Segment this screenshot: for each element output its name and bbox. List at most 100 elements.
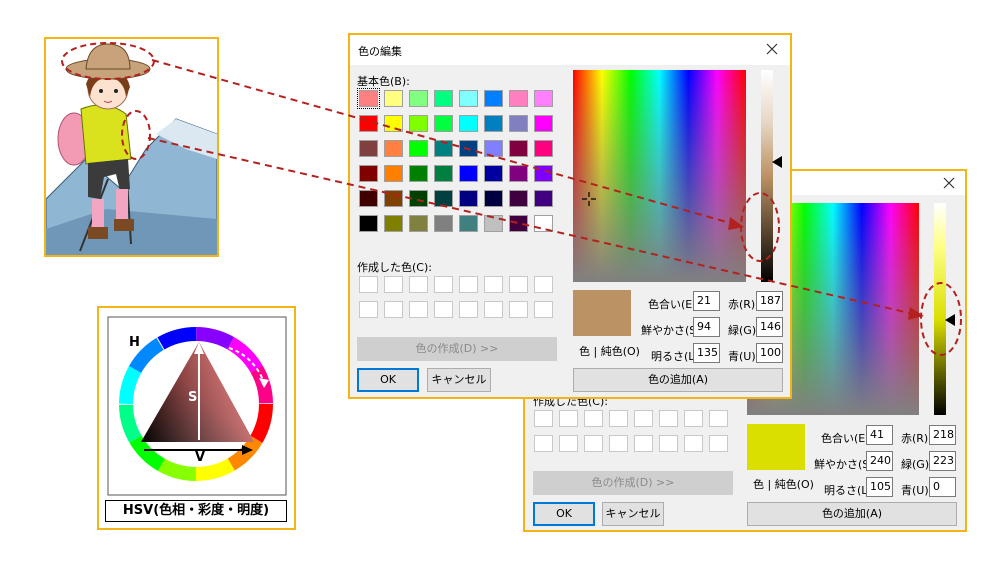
- back-hue-input[interactable]: 41: [866, 425, 893, 445]
- basic-color-swatch[interactable]: [484, 165, 503, 182]
- back-sat-input[interactable]: 240: [866, 451, 893, 471]
- sat-input[interactable]: 94: [693, 317, 720, 337]
- hue-input[interactable]: 21: [693, 291, 720, 311]
- basic-color-swatch[interactable]: [409, 90, 428, 107]
- custom-color-swatch[interactable]: [634, 435, 653, 452]
- basic-color-swatch[interactable]: [484, 140, 503, 157]
- basic-color-swatch[interactable]: [409, 215, 428, 232]
- blue-input[interactable]: 100: [756, 343, 783, 363]
- color-spectrum[interactable]: [573, 70, 746, 282]
- custom-color-swatch[interactable]: [484, 276, 503, 293]
- basic-color-swatch[interactable]: [434, 140, 453, 157]
- basic-color-swatch[interactable]: [534, 115, 553, 132]
- back-green-input[interactable]: 223: [929, 451, 956, 471]
- back-slider-arrow-icon[interactable]: [945, 314, 955, 326]
- custom-color-swatch[interactable]: [684, 435, 703, 452]
- basic-color-swatch[interactable]: [359, 215, 378, 232]
- basic-color-swatch[interactable]: [359, 115, 378, 132]
- basic-color-swatch[interactable]: [359, 190, 378, 207]
- custom-color-swatch[interactable]: [609, 410, 628, 427]
- basic-color-swatch[interactable]: [434, 190, 453, 207]
- lum-input[interactable]: 135: [693, 343, 720, 363]
- custom-color-swatch[interactable]: [509, 301, 528, 318]
- back-red-input[interactable]: 218: [929, 425, 956, 445]
- custom-color-swatch[interactable]: [584, 435, 603, 452]
- basic-color-swatch[interactable]: [434, 165, 453, 182]
- red-input[interactable]: 187: [756, 291, 783, 311]
- spectrum-crosshair-icon[interactable]: [582, 192, 596, 206]
- custom-color-swatch[interactable]: [684, 410, 703, 427]
- custom-color-swatch[interactable]: [709, 435, 728, 452]
- basic-color-swatch[interactable]: [357, 88, 380, 109]
- basic-color-swatch[interactable]: [384, 215, 403, 232]
- basic-color-swatch[interactable]: [509, 115, 528, 132]
- basic-color-swatch[interactable]: [484, 215, 503, 232]
- cancel-button[interactable]: キャンセル: [427, 368, 491, 392]
- close-icon[interactable]: [764, 41, 780, 57]
- basic-color-swatch[interactable]: [384, 90, 403, 107]
- custom-color-swatch[interactable]: [509, 276, 528, 293]
- back-blue-input[interactable]: 0: [929, 477, 956, 497]
- custom-color-swatch[interactable]: [459, 301, 478, 318]
- custom-color-swatch[interactable]: [534, 435, 553, 452]
- basic-color-swatch[interactable]: [359, 140, 378, 157]
- slider-arrow-icon[interactable]: [772, 156, 782, 168]
- basic-color-swatch[interactable]: [534, 190, 553, 207]
- custom-color-swatch[interactable]: [384, 301, 403, 318]
- basic-color-swatch[interactable]: [459, 190, 478, 207]
- basic-color-swatch[interactable]: [509, 215, 528, 232]
- basic-color-swatch[interactable]: [459, 90, 478, 107]
- custom-color-swatch[interactable]: [434, 301, 453, 318]
- custom-color-swatch[interactable]: [534, 301, 553, 318]
- basic-color-swatch[interactable]: [509, 140, 528, 157]
- basic-color-swatch[interactable]: [509, 165, 528, 182]
- basic-color-swatch[interactable]: [409, 165, 428, 182]
- back-ok-button[interactable]: OK: [533, 502, 595, 526]
- add-custom-button[interactable]: 色の追加(A): [573, 368, 783, 392]
- back-add-custom-button[interactable]: 色の追加(A): [747, 502, 957, 526]
- basic-color-swatch[interactable]: [359, 165, 378, 182]
- basic-color-swatch[interactable]: [509, 190, 528, 207]
- custom-color-swatch[interactable]: [659, 410, 678, 427]
- custom-color-swatch[interactable]: [484, 301, 503, 318]
- custom-color-swatch[interactable]: [434, 276, 453, 293]
- basic-color-swatch[interactable]: [534, 165, 553, 182]
- custom-color-swatch[interactable]: [384, 276, 403, 293]
- basic-color-swatch[interactable]: [409, 190, 428, 207]
- basic-color-swatch[interactable]: [484, 190, 503, 207]
- back-lum-input[interactable]: 105: [866, 477, 893, 497]
- custom-color-swatch[interactable]: [709, 410, 728, 427]
- custom-color-swatch[interactable]: [359, 301, 378, 318]
- basic-color-swatch[interactable]: [384, 190, 403, 207]
- luminance-slider[interactable]: [761, 70, 773, 282]
- custom-color-swatch[interactable]: [659, 435, 678, 452]
- basic-color-swatch[interactable]: [384, 140, 403, 157]
- custom-color-swatch[interactable]: [584, 410, 603, 427]
- basic-color-swatch[interactable]: [484, 115, 503, 132]
- back-define-custom-button[interactable]: 色の作成(D) >>: [533, 471, 733, 495]
- back-color-solid-label[interactable]: 色 | 純色(O): [753, 476, 814, 492]
- basic-color-swatch[interactable]: [534, 140, 553, 157]
- custom-color-swatch[interactable]: [409, 276, 428, 293]
- basic-color-swatch[interactable]: [484, 90, 503, 107]
- basic-color-swatch[interactable]: [434, 215, 453, 232]
- custom-color-swatch[interactable]: [534, 410, 553, 427]
- custom-color-swatch[interactable]: [359, 276, 378, 293]
- basic-color-swatch[interactable]: [534, 90, 553, 107]
- custom-color-swatch[interactable]: [634, 410, 653, 427]
- basic-color-swatch[interactable]: [459, 140, 478, 157]
- basic-color-swatch[interactable]: [384, 165, 403, 182]
- basic-color-swatch[interactable]: [409, 140, 428, 157]
- custom-color-swatch[interactable]: [409, 301, 428, 318]
- custom-color-swatch[interactable]: [559, 435, 578, 452]
- basic-color-swatch[interactable]: [459, 115, 478, 132]
- custom-color-swatch[interactable]: [534, 276, 553, 293]
- green-input[interactable]: 146: [756, 317, 783, 337]
- custom-color-swatch[interactable]: [559, 410, 578, 427]
- define-custom-button[interactable]: 色の作成(D) >>: [357, 337, 557, 361]
- basic-color-swatch[interactable]: [534, 215, 553, 232]
- basic-color-swatch[interactable]: [434, 115, 453, 132]
- back-cancel-button[interactable]: キャンセル: [602, 502, 664, 526]
- basic-color-swatch[interactable]: [459, 215, 478, 232]
- basic-color-swatch[interactable]: [434, 90, 453, 107]
